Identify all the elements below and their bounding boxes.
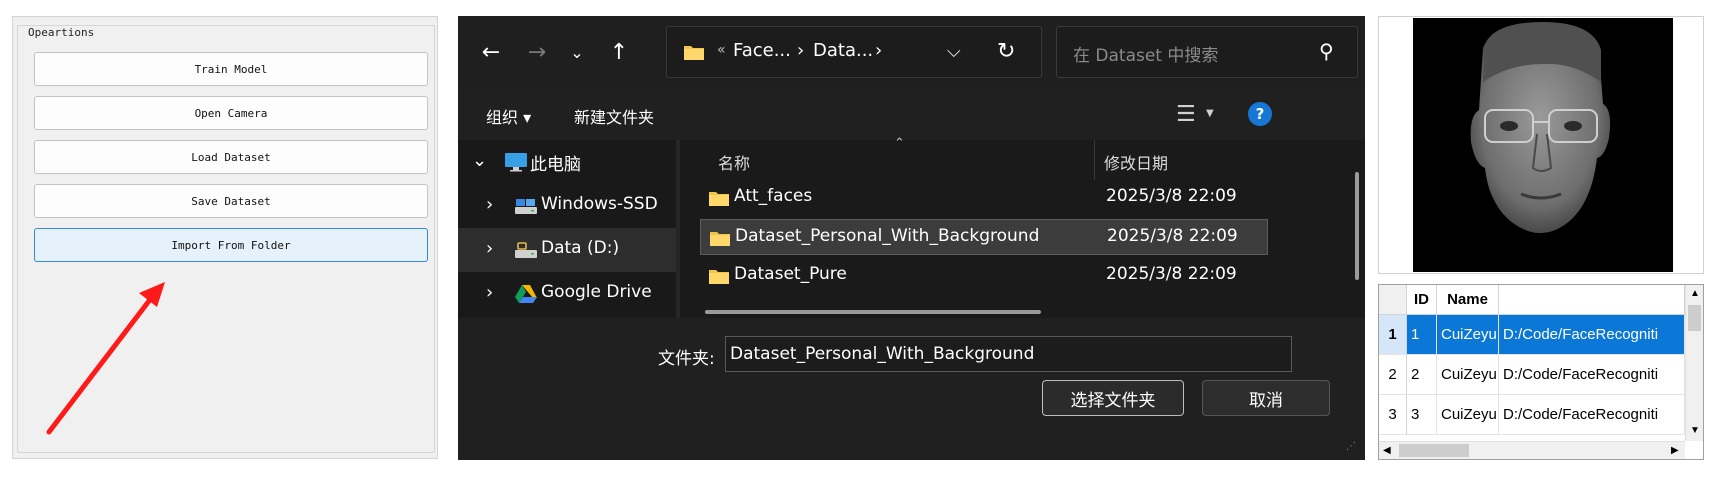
tree-label: Data (D:) <box>541 238 620 258</box>
refresh-icon[interactable]: ↻ <box>997 39 1015 64</box>
cancel-button[interactable]: 取消 <box>1202 380 1330 416</box>
file-date: 2025/3/8 22:09 <box>1107 226 1238 246</box>
face-preview-frame <box>1378 16 1704 274</box>
scroll-down-arrow-icon[interactable]: ▼ <box>1690 425 1700 436</box>
dataset-table: ID Name 1 1 CuiZeyu D:/Code/FaceRecognit… <box>1378 284 1704 460</box>
column-divider[interactable] <box>1094 140 1095 180</box>
forward-arrow-icon[interactable]: → <box>522 38 552 66</box>
table-cell-name[interactable]: CuiZeyu <box>1437 355 1499 395</box>
column-header-name[interactable]: 名称 <box>718 150 750 174</box>
drive-icon <box>515 242 537 258</box>
file-date: 2025/3/8 22:09 <box>1106 186 1237 206</box>
file-name: Dataset_Personal_With_Background <box>735 226 1040 246</box>
file-row-selected[interactable]: Dataset_Personal_With_Background 2025/3/… <box>700 219 1268 255</box>
sort-ascending-icon: ⌃ <box>894 136 905 151</box>
file-name: Att_faces <box>734 186 813 206</box>
table-cell-id[interactable]: 2 <box>1407 355 1437 395</box>
tree-label: Windows-SSD <box>541 194 658 214</box>
up-arrow-icon[interactable]: ↑ <box>604 38 634 66</box>
organize-menu[interactable]: 组织 ▾ <box>486 104 531 128</box>
table-cell-name[interactable]: CuiZeyu <box>1437 395 1499 435</box>
view-options-icon[interactable]: ☰ <box>1176 102 1196 127</box>
file-list: ⌃ 名称 修改日期 Att_faces 2025/3/8 22:09 Datas… <box>680 136 1365 318</box>
file-row[interactable]: Dataset_Pure 2025/3/8 22:09 <box>700 258 1268 294</box>
breadcrumb-separator[interactable]: › <box>875 40 882 61</box>
folder-icon <box>684 46 704 60</box>
folder-icon <box>709 270 729 284</box>
folder-icon <box>710 232 730 246</box>
table-cell-path[interactable]: D:/Code/FaceRecogniti <box>1499 395 1685 435</box>
address-overflow-marker[interactable]: « <box>717 42 726 58</box>
column-header-name[interactable]: Name <box>1437 285 1499 315</box>
tree-item-data-drive[interactable]: › Data (D:) <box>458 228 676 272</box>
address-dropdown-chevron-icon[interactable]: ⌵ <box>947 41 961 62</box>
column-header-id[interactable]: ID <box>1407 285 1437 315</box>
table-cell-id[interactable]: 3 <box>1407 395 1437 435</box>
breadcrumb-face[interactable]: Face... <box>733 40 791 61</box>
new-folder-button[interactable]: 新建文件夹 <box>574 104 654 128</box>
folder-icon <box>709 192 729 206</box>
table-cell-path[interactable]: D:/Code/FaceRecogniti <box>1499 355 1685 395</box>
google-drive-icon <box>515 285 537 303</box>
table-vertical-scrollbar[interactable]: ▲ ▼ <box>1685 285 1703 441</box>
file-list-horizontal-scrollbar[interactable] <box>705 310 1041 314</box>
table-corner-button[interactable] <box>1379 285 1407 315</box>
recent-locations-chevron-icon[interactable]: ⌄ <box>562 38 592 66</box>
column-header-date[interactable]: 修改日期 <box>1104 150 1168 174</box>
face-photo <box>1413 18 1673 272</box>
row-header[interactable]: 2 <box>1379 355 1407 395</box>
chevron-right-icon[interactable]: › <box>486 194 493 215</box>
scroll-left-arrow-icon[interactable]: ◀ <box>1383 445 1391 456</box>
row-header[interactable]: 1 <box>1379 315 1407 355</box>
breadcrumb-separator[interactable]: › <box>797 40 804 61</box>
command-bar: 组织 ▾ 新建文件夹 ☰ ▼ ? <box>458 88 1365 140</box>
file-row[interactable]: Att_faces 2025/3/8 22:09 <box>700 180 1268 216</box>
drive-icon <box>515 199 537 214</box>
select-folder-button[interactable]: 选择文件夹 <box>1042 380 1184 416</box>
select-folder-dialog: ← → ⌄ ↑ « Face... › Data... › ⌵ ↻ 在 Data… <box>458 16 1365 460</box>
search-input[interactable]: 在 Dataset 中搜索 ⚲ <box>1056 26 1358 78</box>
file-date: 2025/3/8 22:09 <box>1106 264 1237 284</box>
computer-icon <box>505 153 527 172</box>
dialog-footer: 文件夹: 选择文件夹 取消 ⋰ <box>458 318 1365 460</box>
breadcrumb-data[interactable]: Data... <box>813 40 873 61</box>
scroll-thumb[interactable] <box>1688 305 1701 331</box>
file-list-vertical-scrollbar[interactable] <box>1355 172 1359 280</box>
navigation-bar: ← → ⌄ ↑ « Face... › Data... › ⌵ ↻ 在 Data… <box>458 16 1365 88</box>
chevron-right-icon[interactable]: › <box>486 238 493 259</box>
folder-field-label: 文件夹: <box>658 349 715 369</box>
row-header[interactable]: 3 <box>1379 395 1407 435</box>
help-icon[interactable]: ? <box>1248 102 1272 126</box>
tree-label: Google Drive <box>541 282 652 302</box>
table-cell-name[interactable]: CuiZeyu <box>1437 315 1499 355</box>
search-placeholder: 在 Dataset 中搜索 <box>1073 46 1219 66</box>
tree-item-windows-ssd[interactable]: › Windows-SSD <box>458 184 676 228</box>
tree-label: 此电脑 <box>530 155 581 175</box>
navigation-pane: ⌄ 此电脑 › Windows-SSD › Data (D:) › Google… <box>458 140 676 386</box>
search-icon[interactable]: ⚲ <box>1319 39 1334 63</box>
tree-item-this-pc[interactable]: ⌄ 此电脑 <box>458 140 676 184</box>
column-header-path[interactable] <box>1499 285 1685 315</box>
address-bar[interactable]: « Face... › Data... › ⌵ ↻ <box>666 26 1042 78</box>
file-name: Dataset_Pure <box>734 264 847 284</box>
table-cell-path[interactable]: D:/Code/FaceRecogniti <box>1499 315 1685 355</box>
table-horizontal-scrollbar[interactable]: ◀ ▶ <box>1379 441 1685 459</box>
red-pointer-arrow <box>46 282 165 435</box>
scroll-right-arrow-icon[interactable]: ▶ <box>1671 445 1679 456</box>
tree-item-google-drive[interactable]: › Google Drive <box>458 272 676 316</box>
resize-grip-icon[interactable]: ⋰ <box>1346 442 1360 456</box>
table-cell-id[interactable]: 1 <box>1407 315 1437 355</box>
scroll-up-arrow-icon[interactable]: ▲ <box>1690 288 1700 299</box>
back-arrow-icon[interactable]: ← <box>476 38 506 66</box>
scroll-thumb[interactable] <box>1399 444 1469 457</box>
folder-name-input[interactable] <box>725 336 1292 372</box>
view-dropdown-caret-icon[interactable]: ▼ <box>1206 108 1214 119</box>
chevron-down-icon[interactable]: ⌄ <box>472 150 487 171</box>
chevron-right-icon[interactable]: › <box>486 282 493 303</box>
